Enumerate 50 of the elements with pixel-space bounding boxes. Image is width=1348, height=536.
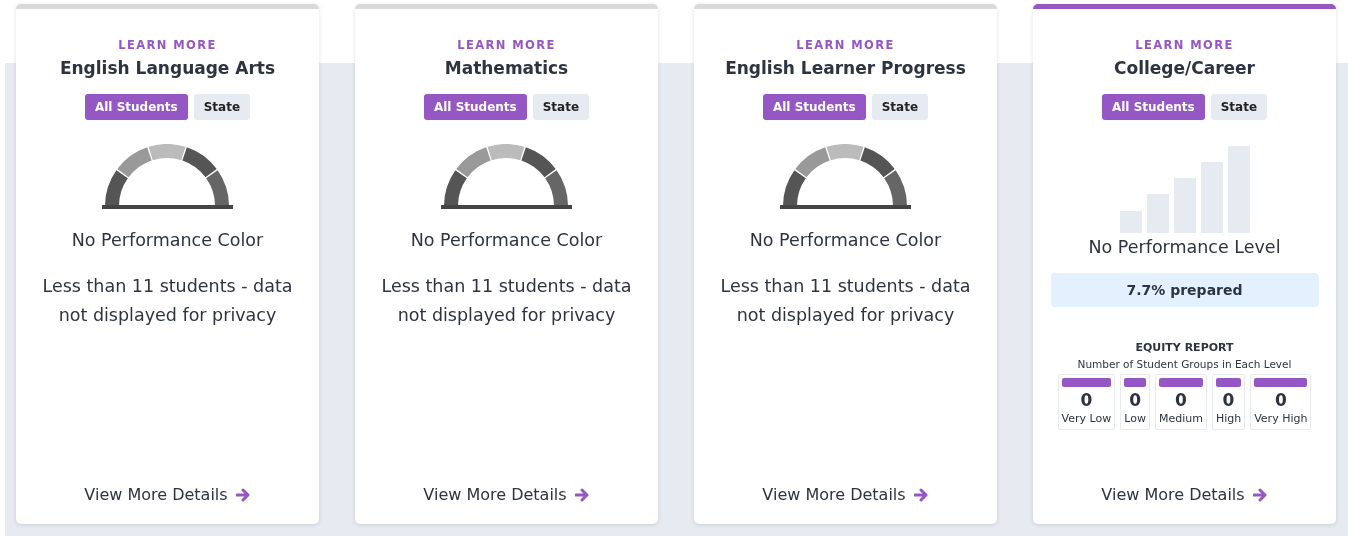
privacy-note: Less than 11 students - data not displayed for privacy <box>41 275 294 327</box>
performance-status: No Performance Level <box>1088 237 1281 257</box>
performance-status: No Performance Color <box>410 230 603 250</box>
arrow-right-icon <box>574 487 590 502</box>
filter-toggle[interactable]: All Students <box>423 94 527 120</box>
learn-more-link[interactable]: LEARN MORE <box>1135 38 1234 52</box>
learn-more-link[interactable]: LEARN MORE <box>118 38 217 52</box>
level-count: 0 <box>1080 390 1093 410</box>
prepared-banner: 7.7% prepared <box>1050 273 1319 307</box>
level-bar <box>1254 378 1308 387</box>
view-details-link[interactable]: View More Details <box>84 485 251 504</box>
privacy-note: Less than 11 students - data not displayed for privacy <box>380 275 633 327</box>
card-title: Mathematics <box>444 58 569 78</box>
filter-toggle[interactable]: All Students <box>762 94 866 120</box>
performance-status: No Performance Color <box>749 230 942 250</box>
view-details-link[interactable]: View More Details <box>1101 485 1268 504</box>
card-title: English Language Arts <box>59 58 276 78</box>
level-label: Medium <box>1158 412 1203 425</box>
filter-toggle[interactable]: State <box>532 94 590 120</box>
level-count: 0 <box>1174 390 1187 410</box>
level-label: Very Low <box>1061 412 1112 425</box>
learn-more-link[interactable]: LEARN MORE <box>457 38 556 52</box>
view-details-link[interactable]: View More Details <box>762 485 929 504</box>
level-bar <box>1158 378 1203 387</box>
level-count: 0 <box>1274 390 1287 410</box>
card-title: College/Career <box>1114 58 1255 78</box>
filter-toggle[interactable]: All Students <box>84 94 188 120</box>
card-title: English Learner Progress <box>725 58 966 78</box>
level-bar <box>1124 378 1146 387</box>
view-details-link[interactable]: View More Details <box>423 485 590 504</box>
level-label: High <box>1215 412 1242 425</box>
equity-title: EQUITY REPORT <box>1135 341 1234 354</box>
filter-toggle[interactable]: All Students <box>1101 94 1205 120</box>
level-bar <box>1061 378 1112 387</box>
learn-more-link[interactable]: LEARN MORE <box>796 38 895 52</box>
filter-toggle[interactable]: State <box>1210 94 1268 120</box>
level-label: Low <box>1124 412 1146 425</box>
performance-status: No Performance Color <box>71 230 264 250</box>
level-count: 0 <box>1222 390 1235 410</box>
level-count: 0 <box>1129 390 1141 410</box>
bar-chart-icon <box>1119 145 1250 233</box>
level-label: Very High <box>1254 412 1308 425</box>
level-bar <box>1215 378 1242 387</box>
filter-toggle[interactable]: State <box>193 94 251 120</box>
privacy-note: Less than 11 students - data not displayed for privacy <box>719 275 972 327</box>
arrow-right-icon <box>1252 487 1268 502</box>
equity-subtitle: Number of Student Groups in Each Level <box>1077 358 1292 370</box>
arrow-right-icon <box>913 487 929 502</box>
arrow-right-icon <box>235 487 251 502</box>
filter-toggle[interactable]: State <box>871 94 929 120</box>
